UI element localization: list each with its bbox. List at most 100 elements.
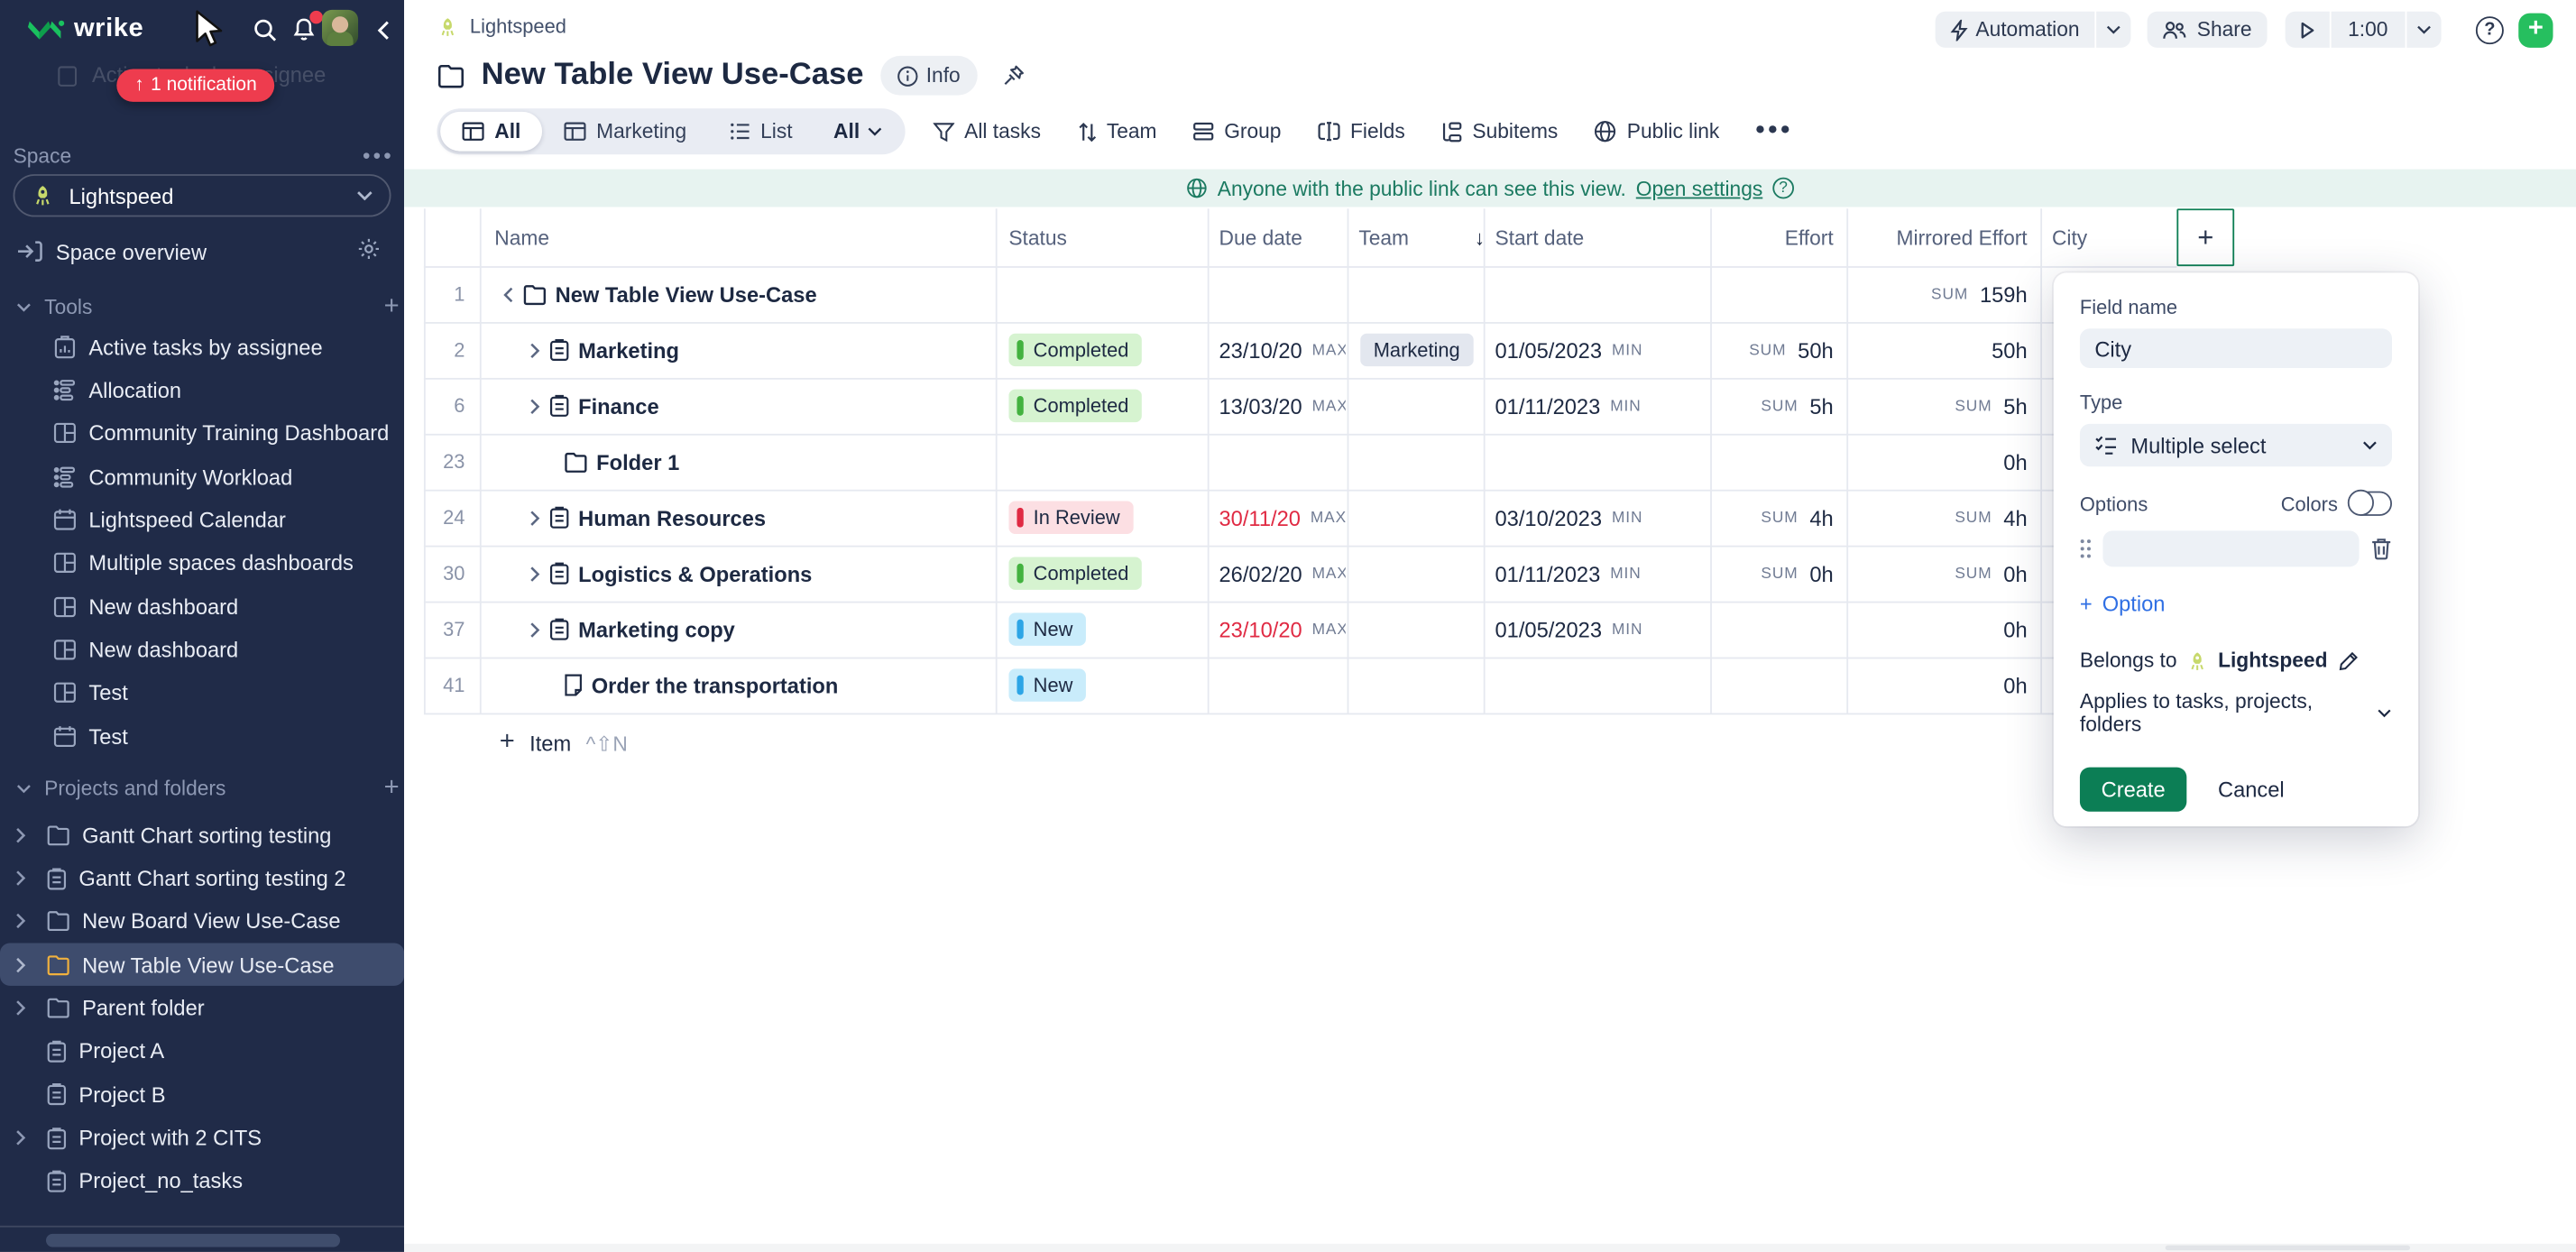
tab-table-marketing[interactable]: Marketing (542, 112, 708, 152)
create-new-button[interactable]: + (2518, 13, 2553, 47)
sidebar-item-tool[interactable]: Allocation (0, 369, 404, 412)
add-item-button[interactable]: + Item ^⇧N (500, 720, 628, 766)
sidebar-item-project[interactable]: Project with 2 CITS (0, 1116, 404, 1159)
timer-value[interactable]: 1:00 (2332, 12, 2405, 48)
type-select[interactable]: Multiple select (2080, 424, 2392, 466)
pin-icon[interactable] (993, 56, 1033, 96)
sidebar-horizontal-scrollbar[interactable] (46, 1234, 340, 1247)
sidebar-item-tool[interactable]: New dashboard (0, 628, 404, 671)
start-date-cell[interactable]: 01/05/2023MIN (1495, 602, 1643, 658)
effort-value[interactable]: 0h (1809, 561, 1833, 585)
automation-dropdown[interactable] (2097, 12, 2131, 48)
chevron-left-icon[interactable] (502, 285, 514, 303)
sidebar-item-project[interactable]: New Board View Use-Case (0, 900, 404, 944)
effort-value[interactable]: 50h (1798, 337, 1834, 362)
start-date-cell[interactable]: 03/10/2023MIN (1495, 490, 1643, 546)
chevron-right-icon[interactable] (529, 341, 541, 359)
sidebar-item-tool[interactable]: Multiple spaces dashboards (0, 541, 404, 585)
column-header-team[interactable]: Team↓ (1358, 208, 1485, 266)
filter-button[interactable]: All tasks (934, 120, 1041, 143)
subitems-button[interactable]: Subitems (1441, 120, 1559, 143)
column-header-start-date[interactable]: Start date (1495, 208, 1585, 266)
effort-value[interactable]: 5h (1809, 393, 1833, 418)
applies-to-dropdown[interactable]: Applies to tasks, projects, folders (2080, 690, 2392, 736)
group-button[interactable]: Group (1193, 120, 1282, 143)
add-project-icon[interactable]: + (384, 774, 400, 804)
status-badge[interactable]: Completed (1008, 334, 1142, 366)
avatar[interactable] (322, 10, 358, 46)
mirrored-effort-value[interactable]: 50h (1992, 337, 2028, 362)
mirrored-effort-value[interactable]: 0h (2003, 561, 2027, 585)
table-row[interactable]: 2 Marketing Completed 23/10/20MAX Market… (404, 322, 2234, 378)
sidebar-item-project[interactable]: Project_no_tasks (0, 1159, 404, 1202)
mirrored-effort-value[interactable]: 0h (2003, 673, 2027, 697)
sidebar-item-tool[interactable]: Active tasks by assignee (0, 326, 404, 369)
space-selector[interactable]: Lightspeed (14, 174, 391, 216)
status-badge[interactable]: Completed (1008, 390, 1142, 422)
tab-table-all[interactable]: All (440, 112, 542, 152)
row-name[interactable]: Order the transportation (592, 673, 839, 697)
status-badge[interactable]: Completed (1008, 557, 1142, 589)
automation-button[interactable]: Automation (1935, 12, 2094, 48)
sidebar-item-tool[interactable]: Lightspeed Calendar (0, 498, 404, 541)
chevron-right-icon[interactable] (529, 397, 541, 415)
table-row[interactable]: 37 Marketing copy New 23/10/20MAX 01/05/… (404, 602, 2234, 658)
projects-section-header[interactable]: Projects and folders + (0, 774, 404, 804)
search-icon[interactable] (250, 14, 280, 44)
row-name[interactable]: Finance (578, 393, 658, 418)
notifications-bell-icon[interactable] (290, 14, 319, 44)
option-input[interactable] (2102, 530, 2359, 566)
drag-handle-icon[interactable] (2080, 539, 2092, 558)
horizontal-scrollbar-thumb[interactable] (2166, 1246, 2410, 1250)
sidebar-item-project-selected[interactable]: New Table View Use-Case (0, 944, 404, 987)
table-row[interactable]: 23 Folder 1 0h (404, 434, 2234, 490)
due-date-cell[interactable]: 23/10/20MAX (1219, 322, 1346, 378)
breadcrumb[interactable]: Lightspeed (437, 14, 566, 38)
sidebar-item-tool[interactable]: Community Workload (0, 456, 404, 499)
table-row[interactable]: 6 Finance Completed 13/03/20MAX 01/11/20… (404, 378, 2234, 434)
add-option-button[interactable]: + Option (2080, 592, 2392, 616)
tab-list[interactable]: List (708, 112, 814, 152)
edit-pencil-icon[interactable] (2337, 649, 2359, 671)
help-icon[interactable]: ? (2476, 15, 2504, 43)
start-date-cell[interactable]: 01/11/2023MIN (1495, 546, 1642, 602)
banner-help-icon[interactable]: ? (1772, 178, 1794, 199)
field-name-input[interactable]: City (2080, 328, 2392, 368)
create-button[interactable]: Create (2080, 768, 2186, 812)
effort-value[interactable]: 4h (1809, 505, 1833, 529)
gear-icon[interactable] (356, 236, 381, 261)
sort-button[interactable]: Team (1077, 120, 1156, 143)
mirrored-effort-value[interactable]: 4h (2003, 505, 2027, 529)
sidebar-item-project[interactable]: Gantt Chart sorting testing (0, 814, 404, 857)
row-name[interactable]: Marketing copy (578, 617, 735, 641)
start-date-cell[interactable]: 01/05/2023MIN (1495, 322, 1643, 378)
table-row[interactable]: 1 New Table View Use-Case SUM 159h (404, 266, 2234, 322)
add-tool-icon[interactable]: + (384, 292, 400, 322)
trash-icon[interactable] (2370, 538, 2392, 561)
column-header-mirrored-effort[interactable]: Mirrored Effort (1846, 208, 2027, 266)
play-button[interactable] (2285, 12, 2329, 48)
public-link-button[interactable]: Public link (1594, 120, 1719, 143)
mirrored-effort-value[interactable]: 0h (2003, 617, 2027, 641)
tools-section-header[interactable]: Tools + (0, 292, 404, 322)
row-name[interactable]: Human Resources (578, 505, 766, 529)
wrike-logo[interactable]: wrike (26, 14, 143, 43)
notification-pill[interactable]: ↑ 1 notification (116, 69, 274, 102)
due-date-cell[interactable]: 13/03/20MAX (1219, 378, 1346, 434)
start-date-cell[interactable]: 01/11/2023MIN (1495, 378, 1642, 434)
colors-toggle[interactable] (2350, 492, 2392, 516)
sidebar-item-tool[interactable]: Test (0, 671, 404, 714)
team-cell[interactable]: Marketing (1360, 322, 1473, 378)
row-name[interactable]: Marketing (578, 337, 679, 362)
table-row[interactable]: 41 Order the transportation New 0h (404, 658, 2234, 713)
sidebar-item-tool[interactable]: Community Training Dashboard (0, 412, 404, 456)
column-header-effort[interactable]: Effort (1710, 208, 1834, 266)
table-row[interactable]: 24 Human Resources In Review 30/11/20MAX… (404, 490, 2234, 546)
due-date-cell[interactable]: 23/10/20MAX (1219, 602, 1346, 658)
cancel-button[interactable]: Cancel (2218, 778, 2285, 802)
column-header-status[interactable]: Status (1008, 208, 1067, 266)
chevron-right-icon[interactable] (529, 509, 541, 527)
sidebar-item-project[interactable]: Parent folder (0, 987, 404, 1030)
view-filter-dropdown[interactable]: All (814, 120, 902, 143)
chevron-right-icon[interactable] (529, 621, 541, 639)
